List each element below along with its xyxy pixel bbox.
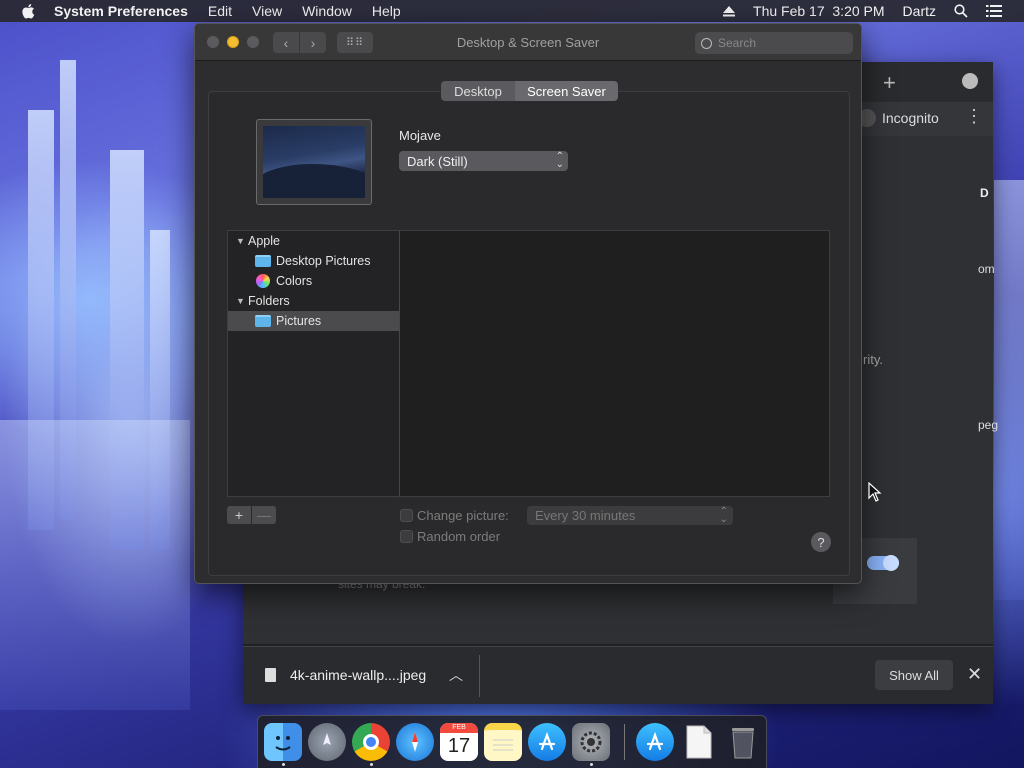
- change-interval-value: Every 30 minutes: [535, 508, 636, 523]
- download-shelf: 4k-anime-wallp....jpeg ︿ Show All ✕: [243, 646, 993, 704]
- calendar-icon[interactable]: FEB 17: [440, 723, 478, 761]
- partial-text-com: om: [978, 262, 995, 276]
- search-field[interactable]: Search: [695, 32, 853, 54]
- eject-icon[interactable]: [723, 5, 736, 17]
- notification-center-icon[interactable]: [986, 5, 1002, 17]
- wallpaper-name: Mojave: [399, 128, 441, 143]
- finder-icon[interactable]: [264, 723, 302, 761]
- change-picture-label: Change picture:: [417, 508, 509, 523]
- chrome-center: [363, 734, 379, 750]
- source-item-pictures[interactable]: Pictures: [228, 311, 399, 331]
- folder-icon: [255, 255, 271, 267]
- search-placeholder: Search: [718, 36, 757, 50]
- running-indicator: [282, 763, 285, 766]
- chrome-icon[interactable]: [352, 723, 390, 761]
- spotlight-icon[interactable]: [954, 4, 968, 18]
- source-group-folders[interactable]: ▼ Folders: [228, 291, 399, 311]
- partial-text-security: rity.: [863, 352, 883, 367]
- tab-bar: Desktop Screen Saver: [441, 81, 618, 101]
- source-group-label: Apple: [248, 234, 280, 248]
- disclosure-triangle-icon[interactable]: ▼: [236, 236, 245, 246]
- safari-icon[interactable]: [396, 723, 434, 761]
- minus-icon: —: [257, 507, 271, 523]
- apple-menu-icon[interactable]: [20, 2, 38, 20]
- tab-desktop[interactable]: Desktop: [441, 81, 515, 101]
- menu-view[interactable]: View: [252, 3, 282, 19]
- wallpaper-mode-value: Dark (Still): [407, 153, 468, 169]
- help-button[interactable]: ?: [811, 532, 831, 552]
- chevron-up-down-icon: ⌃ ⌄: [555, 151, 564, 170]
- source-item-label: Colors: [276, 274, 313, 288]
- system-preferences-window: ‹ › ⠿⠿ Desktop & Screen Saver Search Des…: [194, 23, 862, 584]
- calendar-month: FEB: [440, 723, 478, 733]
- menu-help[interactable]: Help: [372, 3, 401, 19]
- calendar-day: 17: [447, 735, 471, 757]
- browser-menu-icon[interactable]: ⋮: [965, 106, 983, 127]
- change-picture-checkbox[interactable]: [400, 509, 413, 522]
- source-item-desktop-pictures[interactable]: Desktop Pictures: [228, 251, 399, 271]
- running-indicator: [370, 763, 373, 766]
- dock: FEB 17: [257, 715, 767, 768]
- new-tab-button[interactable]: +: [883, 70, 896, 96]
- document-icon[interactable]: [680, 723, 718, 761]
- source-item-colors[interactable]: Colors: [228, 271, 399, 291]
- incognito-badge[interactable]: Incognito: [858, 105, 939, 131]
- random-order-label: Random order: [417, 529, 501, 544]
- incognito-label: Incognito: [882, 110, 939, 126]
- close-icon[interactable]: ✕: [967, 664, 982, 685]
- source-item-label: Pictures: [276, 314, 322, 328]
- wallpaper-preview: [256, 119, 372, 205]
- app-store-download-icon[interactable]: [636, 723, 674, 761]
- partial-text-jpeg: peg: [978, 418, 999, 432]
- tab-screen-saver[interactable]: Screen Saver: [515, 81, 618, 101]
- menu-bar: System Preferences Edit View Window Help…: [0, 0, 1024, 22]
- random-order-checkbox[interactable]: [400, 530, 413, 543]
- title-bar: ‹ › ⠿⠿ Desktop & Screen Saver Search: [195, 24, 861, 61]
- launchpad-icon[interactable]: [308, 723, 346, 761]
- wallpaper-thumbnail: [263, 126, 365, 198]
- download-filename: 4k-anime-wallp....jpeg: [290, 667, 427, 683]
- menu-app-name[interactable]: System Preferences: [54, 3, 188, 19]
- menu-user[interactable]: Dartz: [903, 3, 936, 19]
- show-all-button[interactable]: Show All: [875, 660, 953, 690]
- divider: [479, 655, 480, 697]
- partial-text-d: D: [980, 186, 989, 200]
- running-indicator: [590, 763, 593, 766]
- source-group-apple[interactable]: ▼ Apple: [228, 231, 399, 251]
- source-item-label: Desktop Pictures: [276, 254, 371, 268]
- toggle-knob: [883, 555, 899, 571]
- system-preferences-icon[interactable]: [572, 723, 610, 761]
- wallpaper-mode-select[interactable]: Dark (Still) ⌃ ⌄: [399, 151, 568, 171]
- remove-folder-button[interactable]: —: [252, 506, 276, 524]
- trash-icon[interactable]: [724, 723, 762, 761]
- download-item[interactable]: 4k-anime-wallp....jpeg: [265, 667, 426, 683]
- menu-window[interactable]: Window: [302, 3, 352, 19]
- add-folder-button[interactable]: +: [227, 506, 251, 524]
- source-group-label: Folders: [248, 294, 290, 308]
- mouse-cursor-icon: [868, 482, 882, 502]
- chevron-up-down-icon: ⌃ ⌄: [719, 506, 728, 525]
- file-icon: [265, 668, 276, 682]
- source-list: ▼ Apple Desktop Pictures Colors ▼ Folder…: [227, 230, 400, 497]
- search-icon: [701, 37, 712, 49]
- dune-shape: [263, 164, 365, 198]
- change-interval-select[interactable]: Every 30 minutes ⌃ ⌄: [527, 506, 733, 525]
- tab-search-icon[interactable]: [962, 73, 978, 89]
- chevron-up-icon[interactable]: ︿: [449, 665, 463, 685]
- menu-edit[interactable]: Edit: [208, 3, 232, 19]
- plus-icon: +: [234, 507, 244, 523]
- disclosure-triangle-icon[interactable]: ▼: [236, 296, 245, 306]
- color-wheel-icon: [256, 274, 270, 288]
- dock-separator: [624, 724, 625, 760]
- wallpaper-grid: [399, 230, 830, 497]
- notes-icon[interactable]: [484, 723, 522, 761]
- menu-datetime[interactable]: Thu Feb 17 3:20 PM: [753, 3, 885, 19]
- folder-icon: [255, 315, 271, 327]
- app-store-icon[interactable]: [528, 723, 566, 761]
